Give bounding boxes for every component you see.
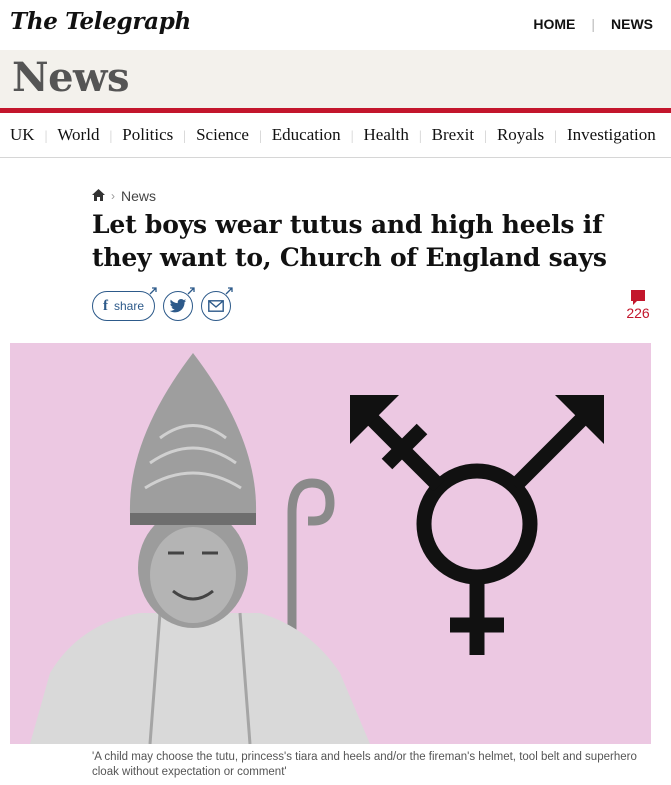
facebook-share-button[interactable]: f share (92, 287, 157, 321)
external-arrow-icon (225, 287, 233, 295)
section-header: News (0, 50, 671, 108)
section-title[interactable]: News (12, 54, 129, 101)
comments-link[interactable]: 226 (620, 290, 656, 321)
comment-count: 226 (626, 305, 650, 321)
breadcrumb-current[interactable]: News (121, 188, 156, 204)
twitter-icon (169, 298, 187, 312)
telegraph-logo[interactable]: The Telegraph (10, 8, 191, 35)
article-headline: Let boys wear tutus and high heels if th… (92, 210, 607, 272)
chevron-right-icon: › (111, 189, 115, 203)
mitre-shape (129, 353, 257, 513)
subnav-item-world[interactable]: World | (47, 125, 112, 145)
subnav-item-education[interactable]: Education | (262, 125, 354, 145)
subnav-item-investigation[interactable]: Investigation (557, 125, 656, 145)
section-subnav: UK | World | Politics | Science | Education |… (0, 113, 671, 158)
masthead: The Telegraph HOME | NEWS (0, 0, 671, 50)
top-nav: HOME | NEWS (533, 16, 653, 32)
subnav-item-brexit[interactable]: Brexit | (422, 125, 487, 145)
twitter-share-button[interactable] (163, 287, 195, 321)
transgender-symbol-icon (364, 403, 598, 655)
nav-news-link[interactable]: NEWS (611, 16, 653, 32)
vestment-shape (30, 613, 370, 744)
external-arrow-icon (149, 287, 157, 295)
home-icon[interactable] (92, 188, 105, 204)
subnav-item-politics[interactable]: Politics | (112, 125, 186, 145)
breadcrumb: › News (92, 188, 156, 204)
article-hero-image (10, 343, 651, 744)
comment-bubble-icon (631, 290, 645, 305)
subnav-item-royals[interactable]: Royals | (487, 125, 557, 145)
subnav-item-uk[interactable]: UK | (0, 125, 47, 145)
external-arrow-icon (187, 287, 195, 295)
subnav-item-science[interactable]: Science | (186, 125, 262, 145)
envelope-icon (208, 300, 224, 312)
facebook-icon: f (103, 297, 108, 314)
image-caption: 'A child may choose the tutu, princess's… (92, 751, 637, 778)
email-share-button[interactable] (201, 287, 233, 321)
nav-divider: | (591, 16, 595, 32)
nav-home-link[interactable]: HOME (533, 16, 575, 32)
subnav-item-health[interactable]: Health | (354, 125, 422, 145)
share-label: share (114, 299, 145, 313)
hero-illustration (30, 353, 604, 744)
share-bar: f share (92, 287, 239, 321)
